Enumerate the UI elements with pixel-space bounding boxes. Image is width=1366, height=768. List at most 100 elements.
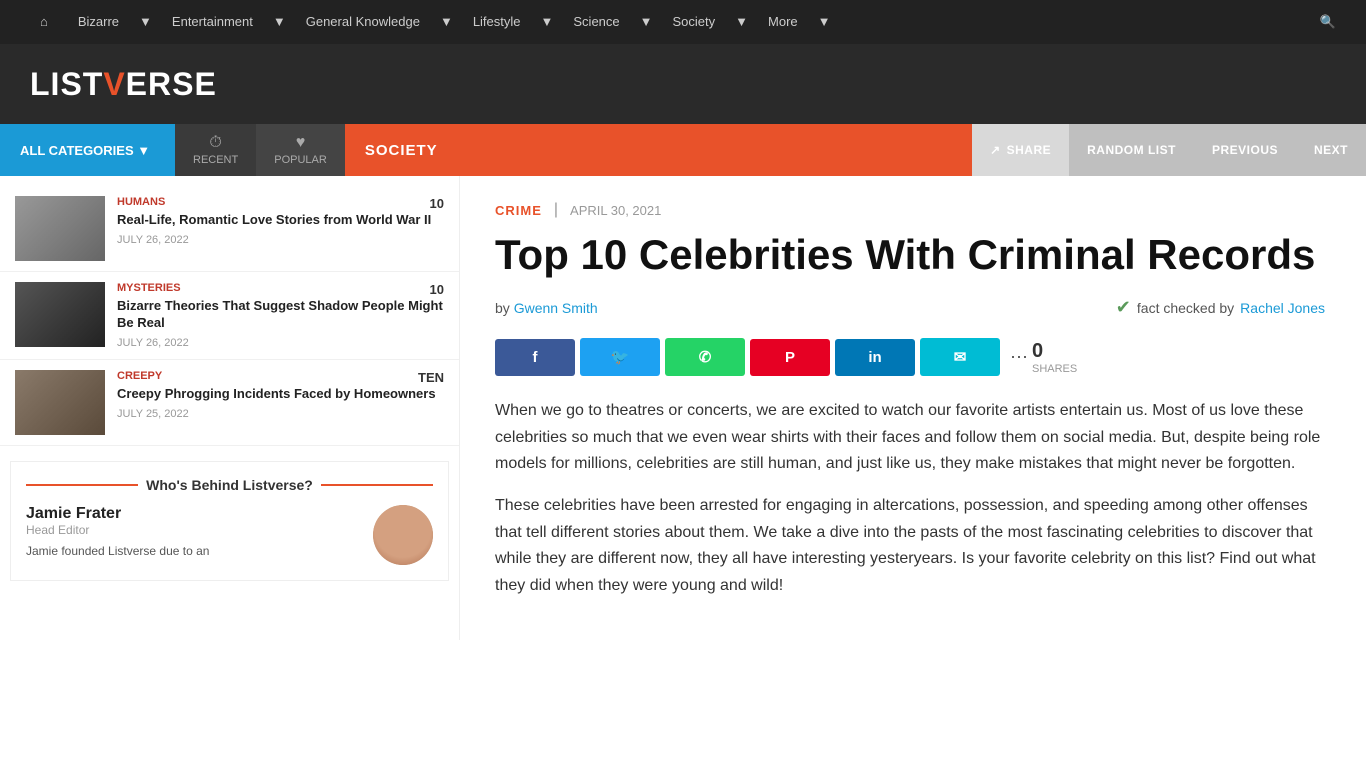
article-area: CRIME | APRIL 30, 2021 Top 10 Celebritie… xyxy=(460,176,1360,640)
share-label: SHARE xyxy=(1007,143,1052,157)
title-line-right xyxy=(321,484,433,486)
item-count: 10 xyxy=(430,196,444,211)
who-description: Jamie founded Listverse due to an xyxy=(26,543,361,560)
nav-arrow-general: ▼ xyxy=(430,0,463,44)
logo-v: V xyxy=(103,66,125,102)
share-icon: ↗ xyxy=(990,143,1001,157)
item-title: Bizarre Theories That Suggest Shadow Peo… xyxy=(117,298,444,332)
popular-label: POPULAR xyxy=(274,154,327,166)
item-date: JULY 26, 2022 xyxy=(117,337,444,349)
nav-general-knowledge[interactable]: General Knowledge xyxy=(296,0,430,44)
all-categories-button[interactable]: ALL CATEGORIES ▼ xyxy=(0,124,175,176)
sidebar: HUMANS 10 Real-Life, Romantic Love Stori… xyxy=(0,176,460,640)
linkedin-icon: in xyxy=(868,349,881,366)
popular-icon: ♥ xyxy=(296,134,306,152)
share-count-display: 0 SHARES xyxy=(1032,340,1077,375)
item-count: Ten xyxy=(418,370,444,385)
email-share-button[interactable]: ✉ xyxy=(920,338,1000,376)
random-list-button[interactable]: RANDOM LIST xyxy=(1069,124,1194,176)
nav-entertainment[interactable]: Entertainment xyxy=(162,0,263,44)
facebook-icon: f xyxy=(533,349,538,366)
who-behind-box: Who's Behind Listverse? Jamie Frater Hea… xyxy=(10,461,449,581)
category-label-mysteries: MYSTERIES 10 xyxy=(117,282,444,294)
section-label: SOCIETY xyxy=(345,124,972,176)
nav-arrow-more: ▼ xyxy=(808,0,841,44)
list-item[interactable]: HUMANS 10 Real-Life, Romantic Love Stori… xyxy=(0,186,459,272)
next-button[interactable]: NEXT xyxy=(1296,124,1366,176)
share-number: 0 xyxy=(1032,340,1077,363)
category-text: HUMANS xyxy=(117,196,165,208)
recent-button[interactable]: ⏱ RECENT xyxy=(175,124,256,176)
share-dots-icon: ⋯ xyxy=(1010,347,1028,368)
search-icon[interactable]: 🔍 xyxy=(1310,0,1346,44)
article-body: When we go to theatres or concerts, we a… xyxy=(495,398,1325,599)
section-actions: ↗ SHARE RANDOM LIST PREVIOUS NEXT xyxy=(972,124,1366,176)
home-icon: ⌂ xyxy=(30,0,58,44)
who-role: Head Editor xyxy=(26,523,361,537)
home-link[interactable]: ⌂ xyxy=(20,0,68,44)
nav-arrow-lifestyle: ▼ xyxy=(531,0,564,44)
item-date: JULY 25, 2022 xyxy=(117,408,444,420)
author-link[interactable]: Gwenn Smith xyxy=(514,300,598,316)
linkedin-share-button[interactable]: in xyxy=(835,339,915,376)
nav-lifestyle[interactable]: Lifestyle xyxy=(463,0,531,44)
title-line-left xyxy=(26,484,138,486)
who-title-text: Who's Behind Listverse? xyxy=(146,477,313,493)
twitter-icon: 🐦 xyxy=(611,348,630,366)
site-logo[interactable]: LISTVERSE xyxy=(30,66,217,103)
share-buttons-row: f 🐦 ✆ P in ✉ ⋯ 0 SHARES xyxy=(495,338,1325,376)
shares-label: SHARES xyxy=(1032,363,1077,375)
who-name: Jamie Frater xyxy=(26,505,361,523)
list-item[interactable]: CREEPY Ten Creepy Phrogging Incidents Fa… xyxy=(0,360,459,446)
nav-bizarre[interactable]: Bizarre xyxy=(68,0,129,44)
recent-label: RECENT xyxy=(193,154,238,166)
logo-area: LISTVERSE xyxy=(0,44,1366,124)
article-meta: by Gwenn Smith ✔ fact checked by Rachel … xyxy=(495,297,1325,318)
article-paragraph-2: These celebrities have been arrested for… xyxy=(495,493,1325,599)
article-date: APRIL 30, 2021 xyxy=(570,203,661,218)
share-button[interactable]: ↗ SHARE xyxy=(972,124,1069,176)
list-item[interactable]: MYSTERIES 10 Bizarre Theories That Sugge… xyxy=(0,272,459,360)
article-byline: by Gwenn Smith xyxy=(495,300,598,316)
item-title: Creepy Phrogging Incidents Faced by Home… xyxy=(117,386,444,403)
facebook-share-button[interactable]: f xyxy=(495,339,575,376)
category-label-humans: HUMANS 10 xyxy=(117,196,444,208)
avatar xyxy=(373,505,433,565)
nav-society[interactable]: Society xyxy=(663,0,726,44)
thumbnail-humans xyxy=(15,196,105,261)
category-text: CREEPY xyxy=(117,370,162,382)
main-layout: HUMANS 10 Real-Life, Romantic Love Stori… xyxy=(0,176,1366,640)
share-count: ⋯ 0 SHARES xyxy=(1010,340,1077,375)
nav-arrow-science: ▼ xyxy=(630,0,663,44)
nav-science[interactable]: Science xyxy=(563,0,629,44)
avatar-image xyxy=(373,505,433,565)
nav-more[interactable]: More xyxy=(758,0,808,44)
article-category[interactable]: CRIME xyxy=(495,203,542,218)
previous-button[interactable]: PREVIOUS xyxy=(1194,124,1296,176)
twitter-share-button[interactable]: 🐦 xyxy=(580,338,660,376)
who-info: Jamie Frater Head Editor Jamie founded L… xyxy=(26,505,361,560)
top-navigation: ⌂ Bizarre ▼ Entertainment ▼ General Know… xyxy=(0,0,1366,44)
category-text: MYSTERIES xyxy=(117,282,181,294)
popular-button[interactable]: ♥ POPULAR xyxy=(256,124,345,176)
category-separator: | xyxy=(554,201,558,219)
whatsapp-icon: ✆ xyxy=(699,348,712,366)
article-title: Top 10 Celebrities With Criminal Records xyxy=(495,231,1325,279)
nav-arrow-bizarre: ▼ xyxy=(129,0,162,44)
email-icon: ✉ xyxy=(954,348,967,366)
fact-check-text: fact checked by xyxy=(1137,300,1234,316)
item-title: Real-Life, Romantic Love Stories from Wo… xyxy=(117,212,444,229)
thumbnail-mysteries xyxy=(15,282,105,347)
fact-checker-link[interactable]: Rachel Jones xyxy=(1240,300,1325,316)
who-person: Jamie Frater Head Editor Jamie founded L… xyxy=(26,505,433,565)
sidebar-item-info: CREEPY Ten Creepy Phrogging Incidents Fa… xyxy=(117,370,444,435)
whatsapp-share-button[interactable]: ✆ xyxy=(665,338,745,376)
logo-text-erse: ERSE xyxy=(126,66,217,102)
by-text: by xyxy=(495,300,510,316)
item-date: JULY 26, 2022 xyxy=(117,234,444,246)
nav-arrow-entertainment: ▼ xyxy=(263,0,296,44)
category-label-creepy: CREEPY Ten xyxy=(117,370,444,382)
recent-icon: ⏱ xyxy=(209,134,221,152)
fact-check-icon: ✔ xyxy=(1116,297,1131,318)
pinterest-share-button[interactable]: P xyxy=(750,339,830,376)
